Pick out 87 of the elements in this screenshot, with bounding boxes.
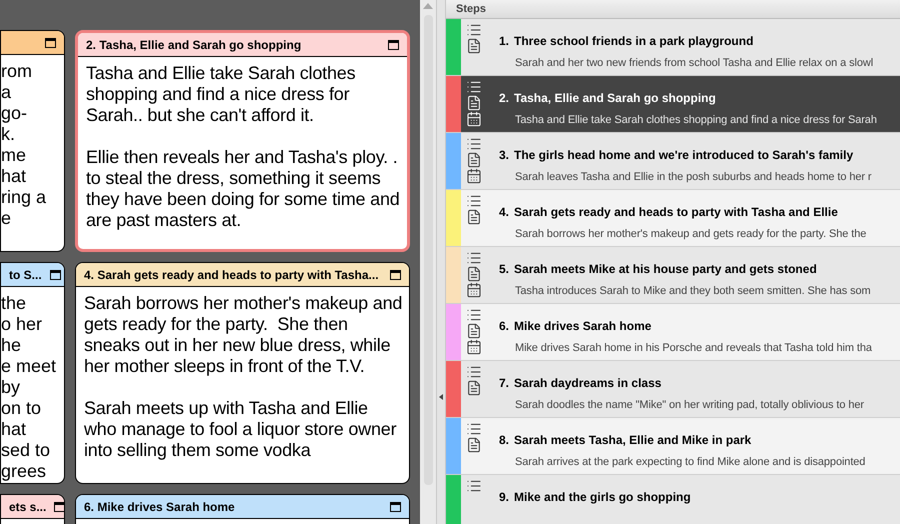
card-text-fragment: e	[1, 208, 12, 229]
calendar-icon[interactable]	[466, 111, 482, 127]
step-row[interactable]: 5. Sarah meets Mike at his house party and gets stoned Tasha introduces Sarah to Mike and they both seem smitten. She has som	[446, 247, 900, 304]
calendar-icon[interactable]	[466, 168, 482, 184]
card-text-fragment: the	[1, 293, 28, 314]
step-title: Sarah daydreams in class	[514, 375, 662, 392]
card-text-fragment: on to	[1, 398, 42, 419]
card-title: 6. Mike drives Sarah home	[84, 498, 235, 516]
step-row[interactable]: 1. Three school friends in a park playground Sarah and her two new friends from school Tasha and Ellie relax on a slowl	[446, 19, 900, 76]
card-title: to S...	[9, 266, 42, 284]
window-icon[interactable]	[388, 40, 399, 50]
document-icon[interactable]	[466, 95, 482, 111]
step-title: Sarah gets ready and heads to party with Tasha and Ellie	[514, 204, 838, 221]
card-text-fragment: e meet	[1, 356, 58, 377]
step-row[interactable]: 4. Sarah gets ready and heads to party with Tasha and Ellie Sarah borrows her mother's makeup and gets ready for the party. She the	[446, 190, 900, 247]
step-description: Sarah and her two new friends from school Tasha and Ellie relax on a slowl	[514, 56, 874, 71]
scene-card[interactable]: rom a go- k. me hat ring a e	[0, 30, 65, 252]
card-text: Ellie then reveals her and Tasha's ploy. . to steal the dress, something it seems they have been doing for some time and are past masters at.	[86, 147, 401, 231]
step-number: 4.	[499, 204, 510, 221]
step-description: Tasha introduces Sarah to Mike and they both seem smitten. She has som	[514, 284, 871, 299]
window-icon[interactable]	[45, 38, 56, 48]
card-text-fragment: k.	[1, 124, 16, 145]
step-description: Sarah arrives at the park expecting to find Mike alone and is disappointed	[514, 455, 866, 470]
step-number: 5.	[499, 261, 510, 278]
step-description: Mike drives Sarah home in his Porsche and reveals that Tasha told him tha	[514, 341, 872, 356]
step-row[interactable]: 7. Sarah daydreams in class Sarah doodles the name "Mike" on her writing pad, totally oblivious to her	[446, 361, 900, 418]
scene-card[interactable]	[75, 262, 410, 484]
step-number: 1.	[499, 33, 510, 50]
step-number: 9.	[499, 489, 510, 506]
card-title: 2. Tasha, Ellie and Sarah go shopping	[86, 36, 302, 54]
document-icon[interactable]	[466, 266, 482, 282]
step-description: Sarah doodles the name "Mike" on her writing pad, totally oblivious to her	[514, 398, 864, 413]
step-title: Mike drives Sarah home	[514, 318, 652, 335]
vertical-scrollbar[interactable]	[420, 0, 436, 524]
step-row[interactable]: 2. Tasha, Ellie and Sarah go shopping Tasha and Ellie take Sarah clothes shopping and find a nice dress for Sarah	[446, 76, 900, 133]
step-number: 3.	[499, 147, 510, 164]
card-text-fragment: o her	[1, 314, 44, 335]
document-icon[interactable]	[466, 380, 482, 396]
window-icon[interactable]	[390, 502, 401, 512]
card-text-fragment: sed to	[1, 440, 52, 461]
card-text-fragment: me	[1, 145, 28, 166]
step-row[interactable]: 8. Sarah meets Tasha, Ellie and Mike in park Sarah arrives at the park expecting to find Mike alone and is disappointed	[446, 418, 900, 475]
card-text-fragment: by	[1, 377, 22, 398]
card-text: Sarah meets up with Tasha and Ellie who manage to fool a liquor store owner into selling them some vodka	[84, 398, 398, 461]
step-row[interactable]: 3. The girls head home and we're introduced to Sarah's family Sarah leaves Tasha and Ellie in the posh suburbs and heads home to her r	[446, 133, 900, 190]
step-number: 7.	[499, 375, 510, 392]
panel-title: Steps	[456, 2, 486, 17]
calendar-icon[interactable]	[466, 339, 482, 355]
scene-card[interactable]	[75, 30, 410, 252]
document-icon[interactable]	[466, 209, 482, 225]
document-icon[interactable]	[466, 38, 482, 54]
scene-card[interactable]: 6. Mike drives Sarah home	[75, 494, 410, 524]
step-number: 6.	[499, 318, 510, 335]
step-row[interactable]: 9. Mike and the girls go shopping	[446, 475, 900, 524]
card-text-fragment: rom	[1, 61, 33, 82]
scene-card[interactable]: to S... the o her he e meet by on to hat sed to grees	[0, 262, 65, 484]
step-title: Mike and the girls go shopping	[514, 489, 691, 506]
card-title: ets s...	[9, 498, 46, 516]
step-title: Sarah meets Tasha, Ellie and Mike in park	[514, 432, 752, 449]
card-text: Sarah borrows her mother's makeup and gets ready for the party. She then sneaks out in her new blue dress, while her mother sleeps in front of the T.V.	[84, 293, 404, 377]
card-text-fragment: he	[1, 335, 22, 356]
card-text-fragment: ring a	[1, 187, 48, 208]
step-title: Three school friends in a park playground	[514, 33, 754, 50]
step-title: Tasha, Ellie and Sarah go shopping	[514, 90, 716, 107]
card-text-fragment: hat	[1, 166, 28, 187]
calendar-icon[interactable]	[466, 282, 482, 298]
window-icon[interactable]	[54, 502, 64, 512]
document-icon[interactable]	[466, 152, 482, 168]
scene-card[interactable]: ets s...	[0, 494, 65, 524]
card-text-fragment: go-	[1, 103, 28, 124]
step-title: The girls head home and we're introduced to Sarah's family	[514, 147, 854, 164]
step-description: Sarah borrows her mother's makeup and gets ready for the party. She the	[514, 227, 866, 242]
step-number: 2.	[499, 90, 510, 107]
step-description: Sarah leaves Tasha and Ellie in the posh suburbs and heads home to her r	[514, 170, 872, 185]
card-title: 4. Sarah gets ready and heads to party with Tasha...	[84, 266, 379, 284]
window-icon[interactable]	[50, 270, 61, 280]
document-icon[interactable]	[466, 437, 482, 453]
step-number: 8.	[499, 432, 510, 449]
window-icon[interactable]	[390, 270, 401, 280]
card-text-fragment: grees	[1, 461, 48, 482]
card-text-fragment: hat	[1, 419, 28, 440]
card-text-fragment: a	[1, 82, 12, 103]
step-description: Tasha and Ellie take Sarah clothes shopping and find a nice dress for Sarah	[514, 113, 877, 128]
card-text: Tasha and Ellie take Sarah clothes shopping and find a nice dress for Sarah.. but she can't afford it.	[86, 63, 356, 126]
document-icon[interactable]	[466, 323, 482, 339]
step-row[interactable]: 6. Mike drives Sarah home Mike drives Sarah home in his Porsche and reveals that Tasha told him tha	[446, 304, 900, 361]
step-title: Sarah meets Mike at his house party and gets stoned	[514, 261, 817, 278]
